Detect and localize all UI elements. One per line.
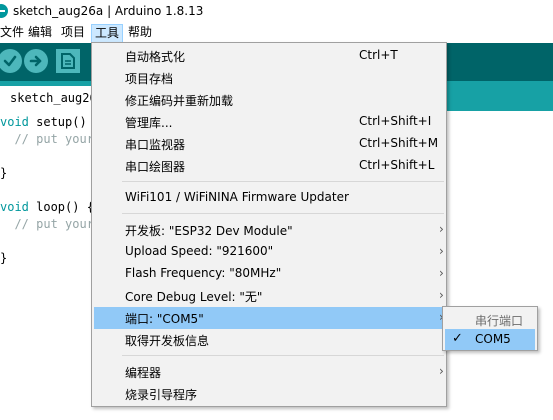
window-title: sketch_aug26a | Arduino 1.8.13: [13, 4, 204, 18]
menu-item-fix-encoding[interactable]: 修正编码并重新加载: [94, 89, 444, 111]
port-submenu: 串行端口 ✓ COM5: [442, 306, 538, 351]
code-line: // put your: [0, 132, 94, 146]
code-line: // put your: [0, 217, 94, 231]
code-line: }: [0, 166, 8, 180]
submenu-arrow-icon: ›: [439, 288, 444, 302]
menu-item-serial-monitor[interactable]: 串口监视器 Ctrl+Shift+M: [94, 133, 444, 155]
new-button[interactable]: [56, 49, 80, 73]
submenu-header: 串行端口: [475, 314, 524, 328]
code-line: void setup() {: [0, 115, 102, 129]
checkmark-icon: ✓: [452, 331, 463, 346]
upload-button[interactable]: [24, 49, 48, 73]
menu-item-port[interactable]: 端口: "COM5" ›: [94, 307, 444, 329]
code-line: }: [0, 251, 8, 265]
verify-button[interactable]: [0, 49, 22, 73]
menu-tools[interactable]: 工具: [91, 24, 124, 43]
title-bar: sketch_aug26a | Arduino 1.8.13: [0, 0, 553, 24]
menu-item-board[interactable]: 开发板: "ESP32 Dev Module" ›: [94, 219, 444, 241]
tab-label: sketch_aug26a: [10, 91, 104, 105]
menu-item-programmer[interactable]: 编程器 ›: [94, 361, 444, 383]
port-option-com5[interactable]: ✓ COM5: [445, 329, 535, 350]
menu-item-core-debug-level[interactable]: Core Debug Level: "无" ›: [94, 285, 444, 307]
submenu-arrow-icon: ›: [439, 244, 444, 258]
menu-item-board-info[interactable]: 取得开发板信息: [94, 329, 444, 351]
menu-item-manage-libraries[interactable]: 管理库... Ctrl+Shift+I: [94, 111, 444, 133]
menu-item-serial-plotter[interactable]: 串口绘图器 Ctrl+Shift+L: [94, 155, 444, 177]
arduino-logo-icon: [0, 4, 8, 18]
menu-item-flash-frequency[interactable]: Flash Frequency: "80MHz" ›: [94, 263, 444, 285]
new-icon: [61, 53, 75, 69]
menu-bar: 文件 编辑 项目 工具 帮助: [0, 24, 553, 43]
submenu-arrow-icon: ›: [439, 266, 444, 280]
menu-help[interactable]: 帮助: [125, 24, 155, 43]
upload-icon: [29, 55, 42, 67]
menu-separator: [122, 355, 444, 356]
menu-separator: [122, 181, 444, 182]
menu-sketch[interactable]: 项目: [58, 24, 88, 43]
menu-item-burn-bootloader[interactable]: 烧录引导程序: [94, 383, 444, 405]
submenu-arrow-icon: ›: [439, 364, 444, 378]
menu-item-upload-speed[interactable]: Upload Speed: "921600" ›: [94, 241, 444, 263]
verify-icon: [3, 55, 17, 67]
menu-edit[interactable]: 编辑: [25, 24, 55, 43]
menu-item-auto-format[interactable]: 自动格式化 Ctrl+T: [94, 45, 444, 67]
code-line: void loop() {: [0, 200, 94, 214]
menu-file[interactable]: 文件: [0, 24, 27, 43]
submenu-arrow-icon: ›: [439, 222, 444, 236]
tools-menu: 自动格式化 Ctrl+T 项目存档 修正编码并重新加载 管理库... Ctrl+…: [91, 42, 447, 407]
menu-item-wifi-updater[interactable]: WiFi101 / WiFiNINA Firmware Updater: [94, 187, 444, 209]
menu-item-archive-sketch[interactable]: 项目存档: [94, 67, 444, 89]
menu-separator: [122, 213, 444, 214]
